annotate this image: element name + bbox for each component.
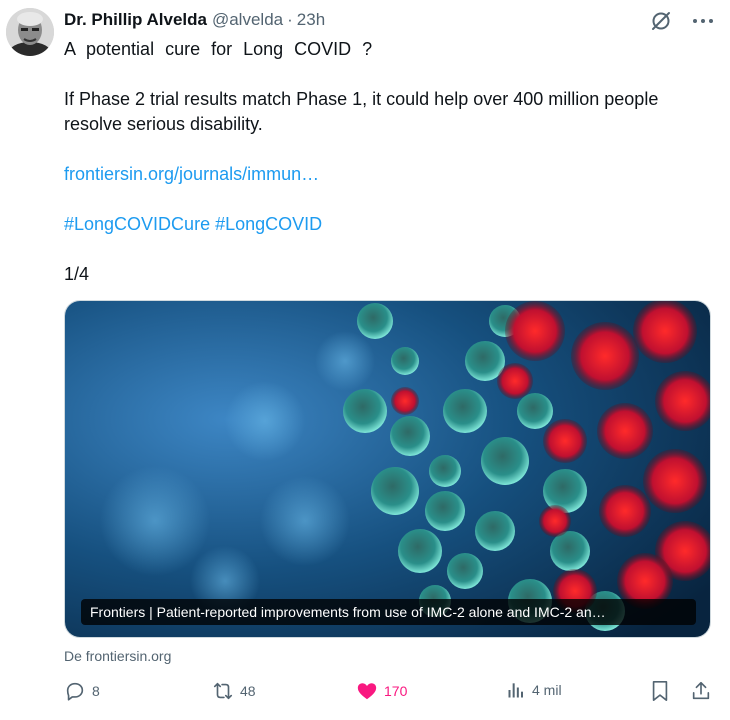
text-line-1: A potential cure for Long COVID ?	[64, 39, 373, 59]
avatar-image	[6, 8, 54, 56]
top-actions	[648, 8, 716, 34]
avatar[interactable]	[6, 8, 54, 56]
post-header: Dr. Phillip Alvelda @alvelda · 23h	[64, 9, 325, 31]
like-count: 170	[384, 683, 408, 699]
card-source[interactable]: De frontiersin.org	[64, 648, 171, 664]
article-link[interactable]: frontiersin.org/journals/immun…	[64, 164, 319, 184]
thread-counter: 1/4	[64, 264, 90, 284]
author-handle[interactable]: @alvelda	[212, 10, 283, 30]
reply-icon	[64, 680, 86, 702]
repost-button[interactable]: 48	[212, 680, 256, 702]
text-line-2: If Phase 2 trial results match Phase 1, …	[64, 89, 659, 109]
views-icon	[506, 680, 526, 700]
timestamp[interactable]: 23h	[297, 10, 325, 30]
heart-icon	[356, 680, 378, 702]
action-bar: 8 48 170 4 mil	[64, 680, 714, 706]
card-image	[65, 301, 710, 637]
author-name[interactable]: Dr. Phillip Alvelda	[64, 10, 207, 30]
bookmark-button[interactable]	[650, 680, 670, 702]
views-count: 4 mil	[532, 682, 562, 698]
like-button[interactable]: 170	[356, 680, 407, 702]
post-text: A potential cure for Long COVID ? If Pha…	[64, 37, 704, 287]
share-button[interactable]	[690, 680, 712, 702]
mute-icon[interactable]	[648, 8, 674, 34]
hashtag-longcovid[interactable]: #LongCOVID	[215, 214, 322, 234]
separator: ·	[287, 10, 293, 29]
text-line-3: resolve serious disability.	[64, 114, 263, 134]
link-card[interactable]: Frontiers | Patient-reported improvement…	[64, 300, 711, 638]
repost-count: 48	[240, 683, 256, 699]
card-title: Frontiers | Patient-reported improvement…	[81, 599, 696, 625]
more-icon[interactable]	[690, 8, 716, 34]
reply-count: 8	[92, 683, 100, 699]
share-icon	[690, 680, 712, 702]
repost-icon	[212, 680, 234, 702]
bookmark-icon	[650, 680, 670, 702]
views-button[interactable]: 4 mil	[506, 680, 562, 700]
hashtag-longcovidcure[interactable]: #LongCOVIDCure	[64, 214, 210, 234]
reply-button[interactable]: 8	[64, 680, 100, 702]
